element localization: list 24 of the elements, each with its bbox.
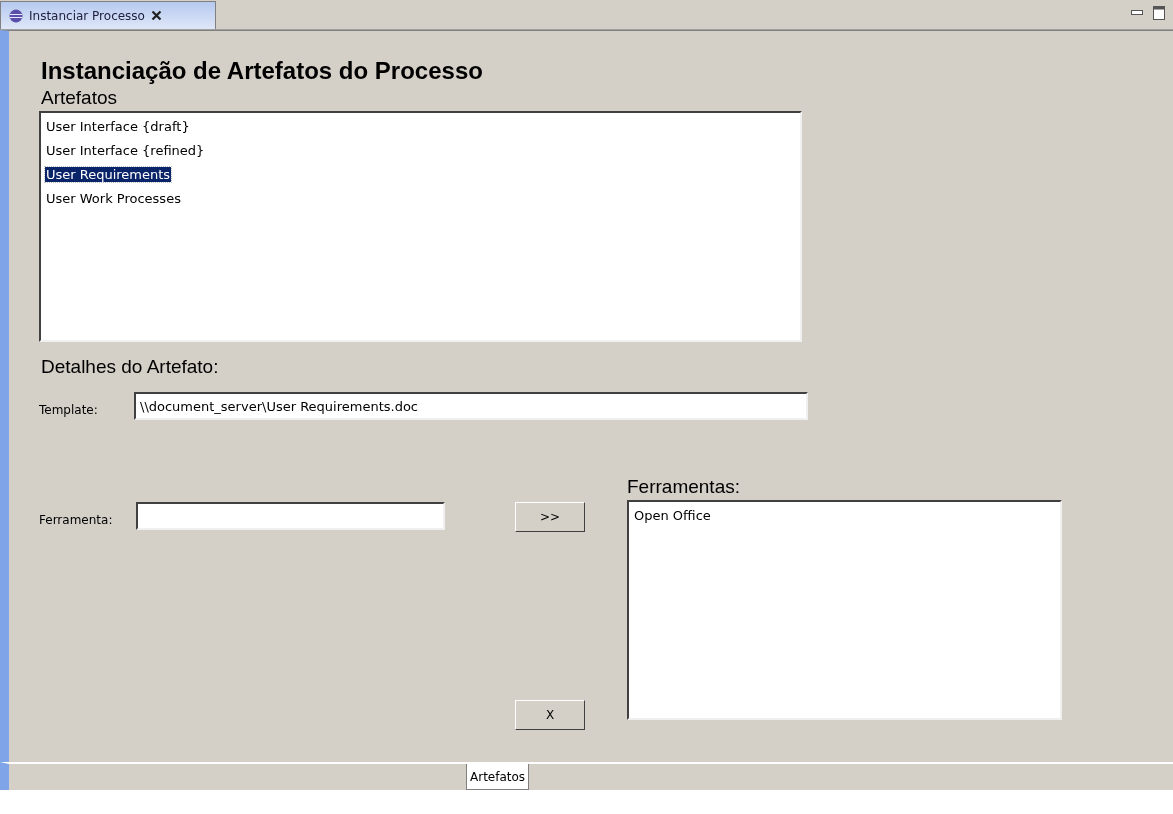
- template-field[interactable]: \\document_server\User Requirements.doc: [134, 392, 808, 420]
- field-label: Template:: [39, 402, 99, 419]
- list-item[interactable]: User Interface {draft}: [45, 119, 191, 134]
- tab-label: Instanciar Processo: [29, 7, 145, 25]
- close-icon[interactable]: [150, 10, 162, 21]
- list-item[interactable]: User Work Processes: [45, 191, 182, 206]
- list-box[interactable]: User Interface {draft} User Interface {refined} User Requirements User Work Processes: [39, 111, 802, 342]
- globe-icon: [9, 8, 23, 23]
- field-label: Ferramenta:: [39, 512, 114, 529]
- bottom-tab[interactable]: Artefatos: [466, 764, 530, 790]
- maximize-icon[interactable]: [1153, 6, 1165, 20]
- add-button[interactable]: >>: [515, 502, 585, 532]
- page-heading: Instanciação de Artefatos do Processo: [41, 57, 484, 85]
- tool-field[interactable]: [136, 502, 445, 530]
- section-heading: Detalhes do Artefato:: [41, 356, 220, 378]
- editor-tab[interactable]: Instanciar Processo: [0, 1, 216, 29]
- list-item[interactable]: User Requirements: [45, 167, 172, 182]
- minimize-icon[interactable]: [1131, 10, 1143, 16]
- section-heading: Ferramentas:: [627, 476, 741, 498]
- list-item[interactable]: Open Office: [633, 508, 712, 523]
- list-item[interactable]: User Interface {refined}: [45, 143, 206, 158]
- remove-button[interactable]: X: [515, 700, 585, 730]
- section-heading: Artefatos: [41, 87, 119, 109]
- list-box[interactable]: Open Office: [627, 500, 1062, 720]
